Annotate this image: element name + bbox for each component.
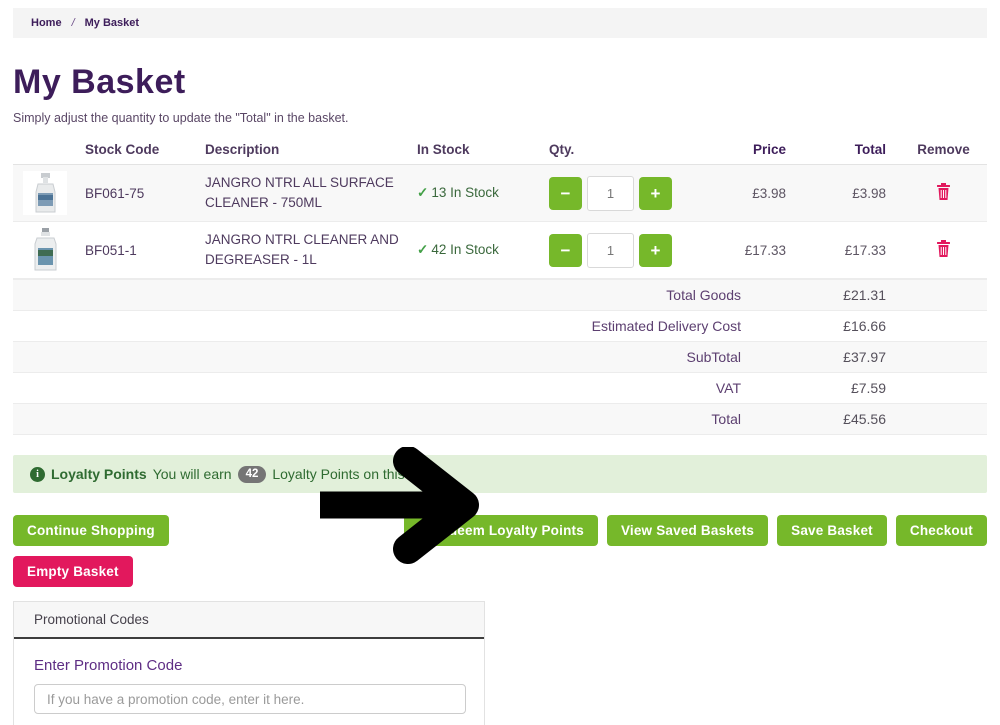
trash-icon (936, 240, 951, 257)
basket-table: Stock Code Description In Stock Qty. Pri… (13, 135, 987, 725)
summary-value: £21.31 (741, 287, 900, 303)
header-in-stock: In Stock (413, 142, 545, 157)
header-stock-code: Stock Code (81, 142, 201, 157)
redeem-label: Redeem Loyalty Points (431, 523, 584, 538)
total-value: £3.98 (800, 186, 900, 201)
summary-value: £7.59 (741, 380, 900, 396)
info-icon: i (30, 467, 45, 482)
loyalty-text-before: You will earn (153, 466, 232, 482)
my-basket-page: Home / My Basket My Basket Simply adjust… (0, 0, 1000, 725)
page-title: My Basket (13, 63, 987, 102)
product-image[interactable] (23, 228, 67, 272)
qty-controls: − + (545, 176, 705, 211)
summary-label: Total (13, 411, 741, 427)
qty-controls: − + (545, 233, 705, 268)
page-subtitle: Simply adjust the quantity to update the… (13, 111, 987, 125)
summary-value: £16.66 (741, 318, 900, 334)
summary-row: Total Goods £21.31 (13, 280, 987, 311)
spray-bottle-image (28, 172, 62, 214)
basket-actions-right: £ Redeem Loyalty Points View Saved Basket… (404, 515, 987, 546)
remove-item-button[interactable] (936, 183, 951, 203)
breadcrumb: Home / My Basket (13, 8, 987, 38)
total-value: £17.33 (800, 243, 900, 258)
promo-code-input[interactable] (34, 684, 466, 714)
table-row: BF051-1 JANGRO NTRL CLEANER AND DEGREASE… (13, 222, 987, 279)
check-icon: ✓ (417, 242, 428, 257)
loyalty-points-banner: i Loyalty Points You will earn 42 Loyalt… (13, 455, 987, 493)
header-description: Description (201, 142, 413, 157)
qty-input[interactable] (587, 176, 634, 211)
loyalty-title: Loyalty Points (51, 466, 147, 482)
qty-decrease-button[interactable]: − (549, 177, 582, 210)
promo-panel-header: Promotional Codes (14, 602, 484, 639)
header-remove: Remove (900, 142, 987, 157)
breadcrumb-current: My Basket (85, 17, 139, 29)
summary-row: SubTotal £37.97 (13, 342, 987, 373)
summary-value: £37.97 (741, 349, 900, 365)
price-value: £17.33 (705, 243, 800, 258)
summary-label: VAT (13, 380, 741, 396)
redeem-loyalty-points-button[interactable]: £ Redeem Loyalty Points (404, 515, 597, 546)
product-image[interactable] (23, 171, 67, 215)
qty-decrease-button[interactable]: − (549, 234, 582, 267)
save-basket-button[interactable]: Save Basket (777, 515, 887, 546)
header-qty: Qty. (545, 142, 705, 157)
trash-icon (936, 183, 951, 200)
basket-actions: Continue Shopping £ Redeem Loyalty Points… (13, 515, 987, 546)
summary-row: Estimated Delivery Cost £16.66 (13, 311, 987, 342)
summary-value: £45.56 (741, 411, 900, 427)
summary-label: SubTotal (13, 349, 741, 365)
breadcrumb-separator: / (72, 17, 75, 29)
product-description[interactable]: JANGRO NTRL CLEANER AND DEGREASER - 1L (201, 230, 401, 269)
in-stock-status: ✓42 In Stock (413, 242, 545, 258)
basket-table-header: Stock Code Description In Stock Qty. Pri… (13, 135, 987, 165)
promotional-codes-panel: Promotional Codes Enter Promotion Code A… (13, 601, 485, 725)
loyalty-text-after: Loyalty Points on this order. (272, 466, 444, 482)
checkout-button[interactable]: Checkout (896, 515, 987, 546)
header-price: Price (705, 142, 800, 157)
promo-panel-body: Enter Promotion Code Apply Code (14, 639, 484, 725)
check-icon: ✓ (417, 185, 428, 200)
remove-item-button[interactable] (936, 240, 951, 260)
promo-code-label: Enter Promotion Code (34, 657, 464, 674)
table-row: BF061-75 JANGRO NTRL ALL SURFACE CLEANER… (13, 165, 987, 222)
qty-increase-button[interactable]: + (639, 234, 672, 267)
qty-input[interactable] (587, 233, 634, 268)
summary-label: Total Goods (13, 287, 741, 303)
summary-row: Total £45.56 (13, 404, 987, 435)
summary-row: VAT £7.59 (13, 373, 987, 404)
price-value: £3.98 (705, 186, 800, 201)
in-stock-text: 13 In Stock (431, 185, 499, 200)
header-total: Total (800, 142, 900, 157)
product-description[interactable]: JANGRO NTRL ALL SURFACE CLEANER - 750ML (201, 173, 401, 212)
loyalty-points-badge: 42 (238, 466, 267, 483)
breadcrumb-home[interactable]: Home (31, 17, 62, 29)
stock-code[interactable]: BF051-1 (81, 243, 201, 258)
summary-label: Estimated Delivery Cost (13, 318, 741, 334)
bottle-image (30, 228, 60, 272)
qty-increase-button[interactable]: + (639, 177, 672, 210)
in-stock-text: 42 In Stock (431, 242, 499, 257)
stock-code[interactable]: BF061-75 (81, 186, 201, 201)
empty-basket-button[interactable]: Empty Basket (13, 556, 133, 587)
pound-icon: £ (418, 523, 426, 538)
view-saved-baskets-button[interactable]: View Saved Baskets (607, 515, 768, 546)
in-stock-status: ✓13 In Stock (413, 185, 545, 201)
continue-shopping-button[interactable]: Continue Shopping (13, 515, 169, 546)
basket-summary: Total Goods £21.31 Estimated Delivery Co… (13, 279, 987, 435)
